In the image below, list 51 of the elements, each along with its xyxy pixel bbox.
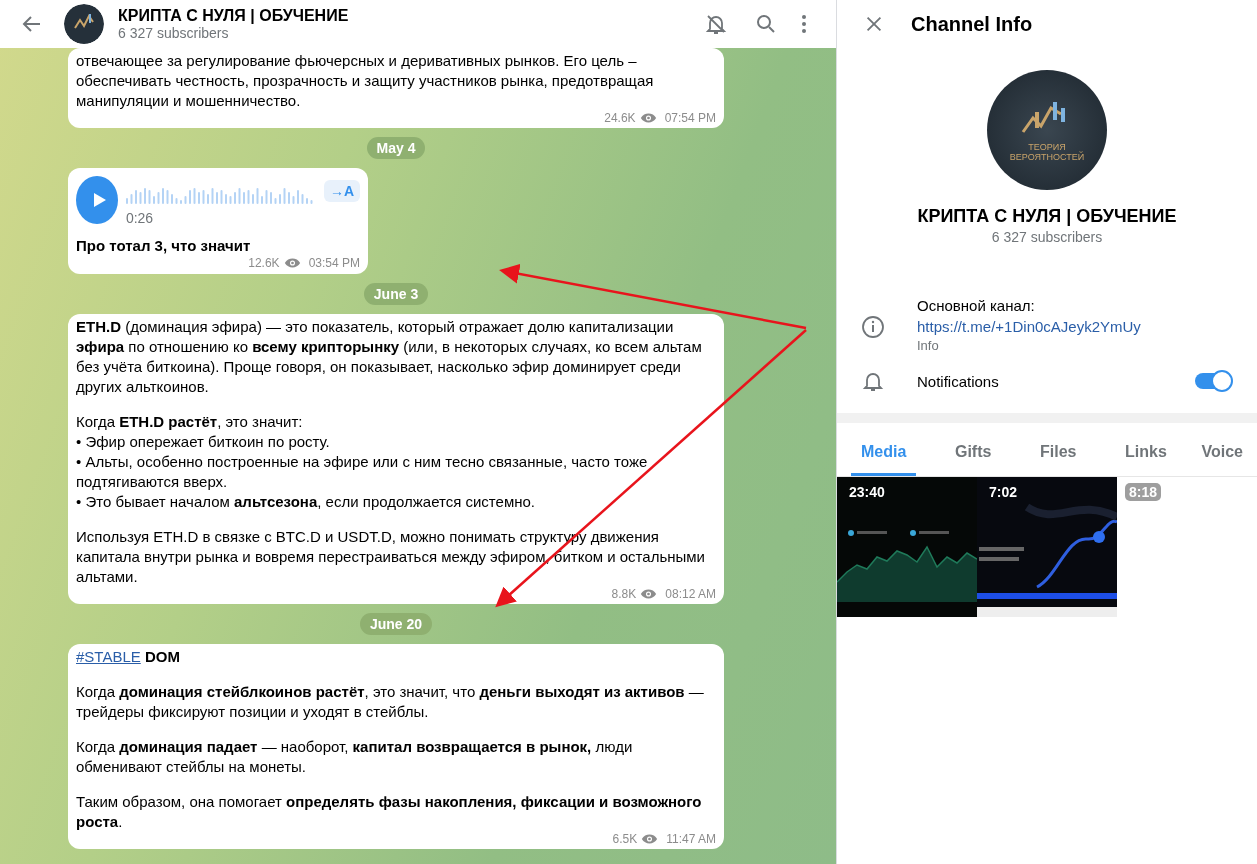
message-time: 08:12 AM: [665, 587, 716, 601]
media-tab[interactable]: Links: [1115, 439, 1177, 476]
avatar-caption: ТЕОРИЯ: [1028, 142, 1066, 152]
play-button[interactable]: [76, 176, 118, 224]
subscriber-count: 6 327 subscribers: [118, 25, 230, 41]
message-text: Когда доминация падает — наоборот, капитал возвращается в рынок, люди обменивают стейблы на монеты.: [76, 737, 634, 777]
message-text: • Эфир опережает биткоин по росту.: [76, 432, 331, 452]
voice-duration: 0:26: [125, 209, 155, 228]
media-tab[interactable]: Gifts: [944, 439, 1002, 476]
message-text: отвечающее за регулирование фьючерсных и деривативных рынков. Его цель – обеспечивать честность, прозрачность и защиту участников рынка, предотвращая манипуляции и мошенничество.: [76, 51, 655, 111]
message-text: Когда доминация стейблкоинов растёт, это значит, что деньги выходят из активов — трейдеры фиксируют позиции и уходят в стейблы.: [76, 682, 705, 722]
view-count: 12.6K: [248, 256, 280, 270]
date-label: May 4: [366, 137, 426, 159]
eye-icon: [283, 257, 301, 269]
info-icon: [861, 315, 885, 339]
hashtag-link[interactable]: #STABLE: [76, 648, 141, 665]
view-count: 24.6K: [604, 111, 636, 125]
eye-icon: [641, 833, 659, 845]
transcribe-button[interactable]: →A: [323, 180, 360, 202]
message-text: Когда ETH.D растёт, это значит:: [76, 412, 304, 432]
notifications-label: Notifications: [917, 372, 1000, 390]
channel-avatar[interactable]: [64, 4, 104, 44]
field-label: Info: [917, 338, 940, 353]
eye-icon: [639, 112, 657, 124]
avatar-caption: ВЕРОЯТНОСТЕЙ: [1009, 152, 1085, 162]
media-tab[interactable]: Voice: [1191, 439, 1253, 476]
message-time: 07:54 PM: [664, 111, 716, 125]
view-count: 8.8K: [611, 587, 637, 601]
date-label: June 3: [363, 283, 429, 305]
video-duration: 7:02: [988, 483, 1019, 501]
video-duration: 23:40: [848, 483, 886, 501]
subscriber-count: 6 327 subscribers: [990, 229, 1104, 245]
message-time: 11:47 AM: [666, 832, 716, 846]
panel-title: Channel Info: [911, 12, 1033, 36]
view-count: 6.5K: [612, 832, 638, 846]
date-label: June 20: [359, 613, 433, 635]
channel-title: КРИПТА С НУЛЯ | ОБУЧЕНИЕ: [118, 7, 350, 25]
channel-name: КРИПТА С НУЛЯ | ОБУЧЕНИЕ: [916, 206, 1178, 227]
channel-link[interactable]: https://t.me/+1Din0cAJeyk2YmUy: [917, 318, 1141, 335]
eye-icon: [640, 588, 658, 600]
video-duration: 8:18: [1125, 483, 1162, 501]
message-text: • Альты, особенно построенные на эфире или с ним тесно связанные, часто тоже подтягиваются вверх.: [76, 452, 649, 492]
message-heading: DOM: [144, 648, 180, 665]
message-text: ETH.D (доминация эфира) — это показатель, который отражает долю капитализации эфира по отношению ко всему крипторынку (или, в некоторых случаях, ко всем альтам без учёта биткоина). Проще говоря, он показывает, насколько эфир доминирует среди других альткоинов.: [76, 317, 703, 397]
message-text: • Это бывает началом альтсезона, если продолжается системно.: [76, 492, 536, 512]
voice-caption: Про тотал 3, что значит: [76, 236, 252, 256]
message-text: Таким образом, она помогает определять фазы накопления, фиксации и возможного роста.: [76, 792, 703, 832]
channel-description: Основной канал:: [917, 296, 1036, 316]
muted-bell-icon[interactable]: [704, 12, 728, 36]
media-tab[interactable]: Files: [1030, 439, 1087, 476]
message-time: 03:54 PM: [308, 256, 360, 270]
